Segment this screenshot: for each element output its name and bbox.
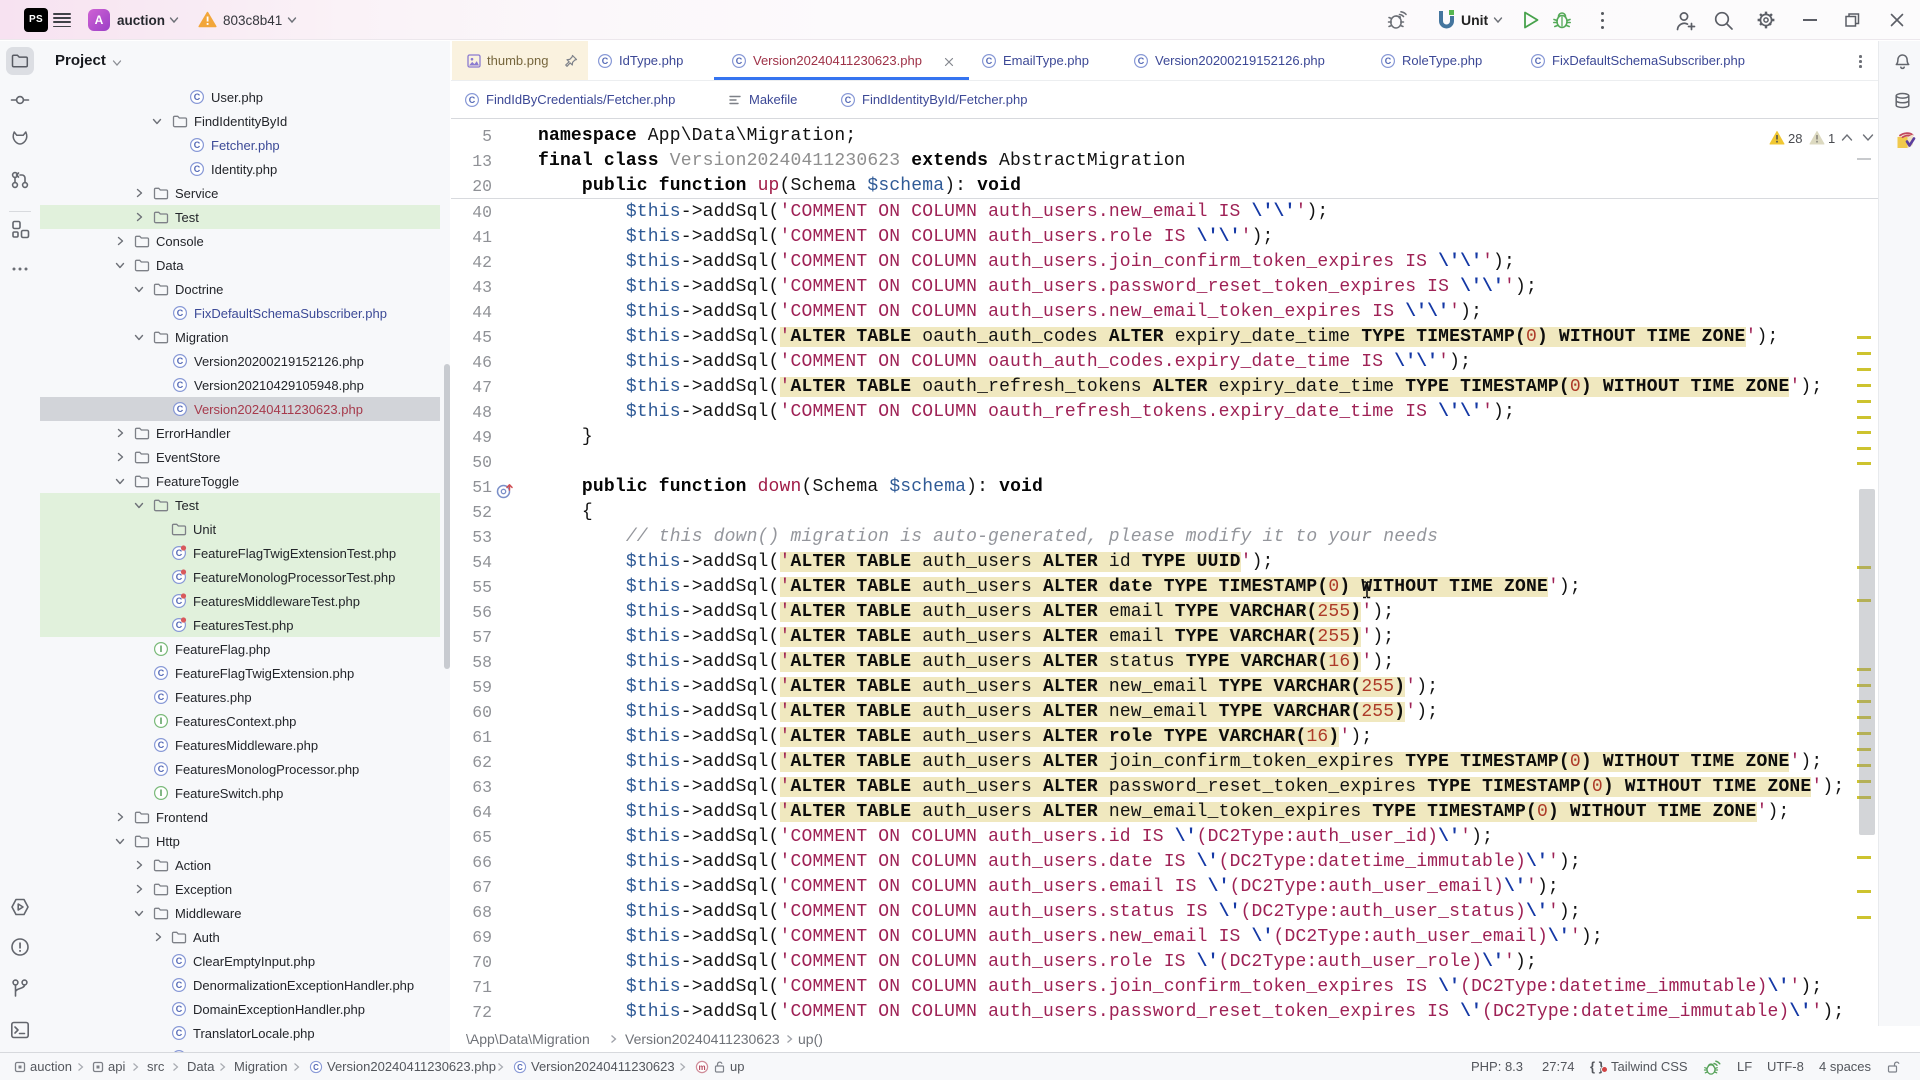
svg-text:m: m <box>698 1063 705 1072</box>
